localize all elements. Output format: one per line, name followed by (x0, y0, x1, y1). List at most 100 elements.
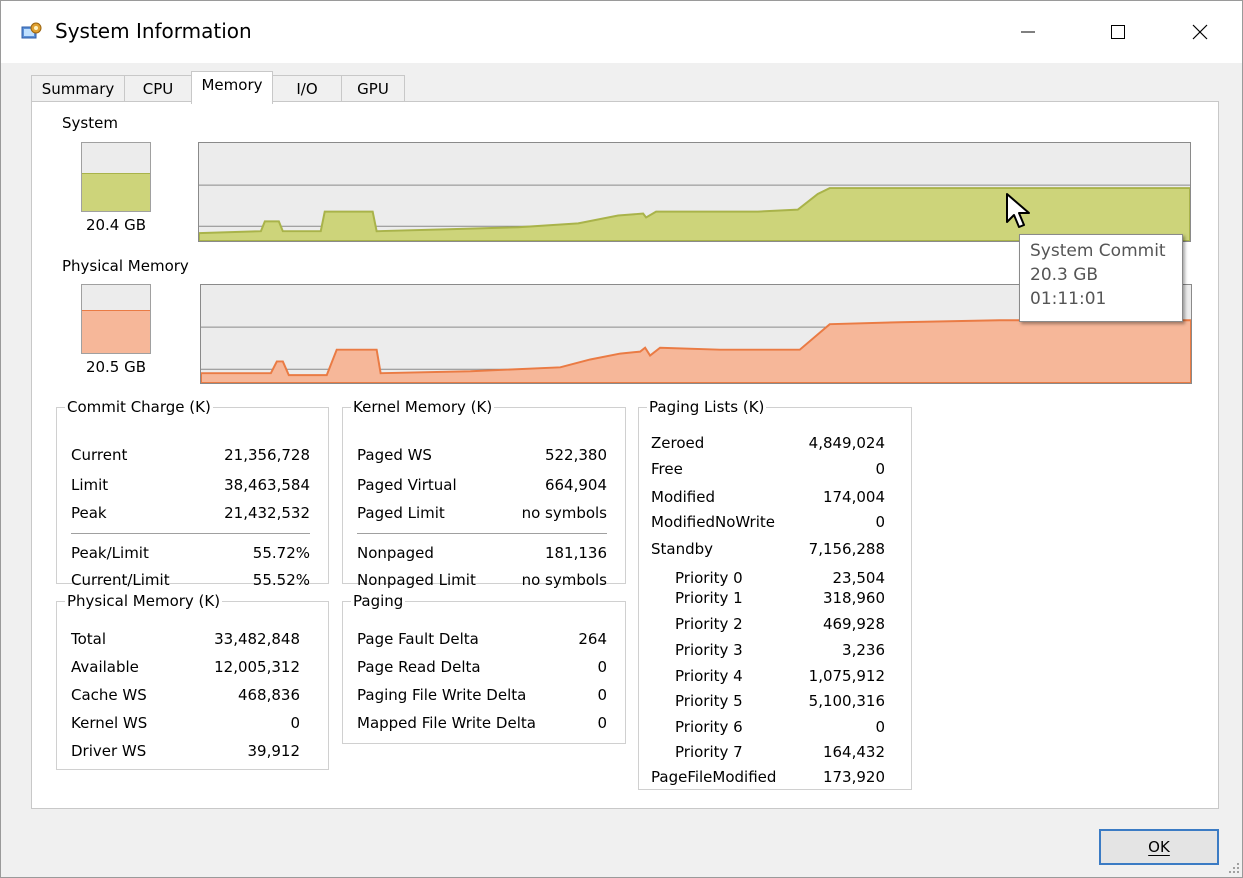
row-value: 318,960 (822, 589, 885, 607)
paging-lists-row: Priority 3 3,236 (639, 641, 911, 663)
kernel-memory-row: Paged WS 522,380 (343, 446, 625, 468)
commit-charge-group: Commit Charge (K) Current 21,356,728 Limi… (56, 398, 329, 589)
physical-memory-row: Driver WS 39,912 (57, 742, 328, 764)
row-label: Paged Virtual (357, 476, 457, 494)
row-label: ModifiedNoWrite (651, 513, 776, 531)
kernel-memory-group: Kernel Memory (K) Paged WS 522,380 Paged … (342, 398, 626, 589)
system-commit-gauge-fill (82, 172, 150, 211)
row-label: Priority 5 (675, 692, 743, 710)
paging-lists-group: Paging Lists (K) Zeroed 4,849,024 Free 0 M… (638, 398, 912, 790)
row-label: Nonpaged (357, 544, 434, 562)
row-label: Paging File Write Delta (357, 686, 527, 704)
tab-io[interactable]: I/O (272, 75, 342, 103)
row-value: 38,463,584 (224, 476, 310, 494)
row-label: Priority 0 (675, 569, 743, 587)
paging-row: Mapped File Write Delta 0 (343, 714, 625, 736)
row-value: 33,482,848 (214, 630, 300, 648)
row-value: no symbols (521, 504, 607, 522)
system-commit-value: 20.4 GB (85, 216, 147, 234)
paging-row: Page Read Delta 0 (343, 658, 625, 680)
row-value: 173,920 (822, 768, 885, 786)
paging-lists-row: Priority 5 5,100,316 (639, 692, 911, 714)
row-label: Driver WS (71, 742, 147, 760)
row-value: 0 (875, 460, 885, 478)
maximize-button[interactable] (1095, 13, 1141, 51)
row-value: 174,004 (822, 488, 885, 506)
row-value: 468,836 (237, 686, 300, 704)
row-value: 5,100,316 (808, 692, 885, 710)
paging-lists-row: Priority 2 469,928 (639, 615, 911, 637)
title-bar[interactable]: System Information (1, 1, 1242, 63)
tooltip-value: 20.3 GB (1030, 265, 1099, 285)
separator (357, 533, 607, 534)
row-label: Standby (651, 540, 714, 558)
paging-lists-row: Modified 174,004 (639, 488, 911, 510)
system-commit-graph (198, 142, 1191, 242)
tab-cpu[interactable]: CPU (124, 75, 192, 103)
paging-lists-row: Priority 0 23,504 (639, 569, 911, 591)
system-commit-gauge (81, 142, 151, 212)
paging-lists-row: Priority 1 318,960 (639, 589, 911, 611)
row-value: 21,432,532 (224, 504, 310, 522)
physical-memory-row: Kernel WS 0 (57, 714, 328, 736)
minimize-button[interactable] (1005, 13, 1051, 51)
paging-row: Paging File Write Delta 0 (343, 686, 625, 708)
paging-title: Paging (353, 592, 404, 610)
row-value: 55.72% (252, 544, 310, 562)
row-value: 164,432 (822, 743, 885, 761)
physical-memory-gauge-fill (82, 309, 150, 353)
commit-charge-row: Current 21,356,728 (57, 446, 328, 468)
physical-memory-row: Available 12,005,312 (57, 658, 328, 680)
row-value: 522,380 (544, 446, 607, 464)
kernel-memory-title: Kernel Memory (K) (353, 398, 493, 416)
physical-memory-value: 20.5 GB (85, 358, 147, 376)
kernel-memory-row: Paged Limit no symbols (343, 504, 625, 526)
row-label: Priority 3 (675, 641, 743, 659)
resize-grip-icon[interactable] (1227, 861, 1241, 875)
paging-lists-title: Paging Lists (K) (649, 398, 765, 416)
row-label: Priority 7 (675, 743, 743, 761)
mouse-cursor-icon (1006, 193, 1030, 228)
commit-charge-row: Current/Limit 55.52% (57, 571, 328, 593)
close-icon (1192, 24, 1208, 40)
window-title: System Information (55, 19, 252, 43)
tab-summary[interactable]: Summary (31, 75, 125, 103)
row-label: Zeroed (651, 434, 705, 452)
row-label: Available (71, 658, 139, 676)
paging-row: Page Fault Delta 264 (343, 630, 625, 652)
kernel-memory-row: Nonpaged Limit no symbols (343, 571, 625, 593)
row-value: 23,504 (832, 569, 886, 587)
physical-memory-section-label: Physical Memory (62, 257, 189, 275)
paging-group: Paging Page Fault Delta 264 Page Read Del… (342, 592, 626, 744)
memory-tab-panel: System 20.4 GB Physical Memory 20.5 GB C… (31, 101, 1219, 809)
row-label: Priority 4 (675, 667, 743, 685)
row-label: Page Read Delta (357, 658, 481, 676)
row-label: Limit (71, 476, 109, 494)
tooltip-title: System Commit (1030, 241, 1166, 261)
tooltip-time: 01:11:01 (1030, 289, 1107, 309)
paging-lists-row: Priority 7 164,432 (639, 743, 911, 765)
row-value: 0 (597, 686, 607, 704)
ok-button[interactable]: OK (1099, 829, 1219, 865)
row-label: Paged WS (357, 446, 432, 464)
row-label: Free (651, 460, 683, 478)
row-label: Page Fault Delta (357, 630, 479, 648)
row-value: 7,156,288 (808, 540, 885, 558)
physical-memory-row: Total 33,482,848 (57, 630, 328, 652)
row-value: 0 (875, 718, 885, 736)
tab-gpu[interactable]: GPU (341, 75, 405, 103)
tab-memory[interactable]: Memory (191, 71, 273, 104)
physical-memory-row: Cache WS 468,836 (57, 686, 328, 708)
row-value: 4,849,024 (808, 434, 885, 452)
separator (71, 533, 310, 534)
row-label: Priority 2 (675, 615, 743, 633)
row-label: Priority 1 (675, 589, 743, 607)
commit-charge-title: Commit Charge (K) (67, 398, 211, 416)
system-commit-tooltip: System Commit 20.3 GB 01:11:01 (1019, 234, 1183, 322)
kernel-memory-row: Nonpaged 181,136 (343, 544, 625, 566)
minimize-icon (1021, 31, 1035, 33)
row-label: Total (71, 630, 107, 648)
close-button[interactable] (1177, 13, 1223, 51)
kernel-memory-row: Paged Virtual 664,904 (343, 476, 625, 498)
row-label: Kernel WS (71, 714, 148, 732)
